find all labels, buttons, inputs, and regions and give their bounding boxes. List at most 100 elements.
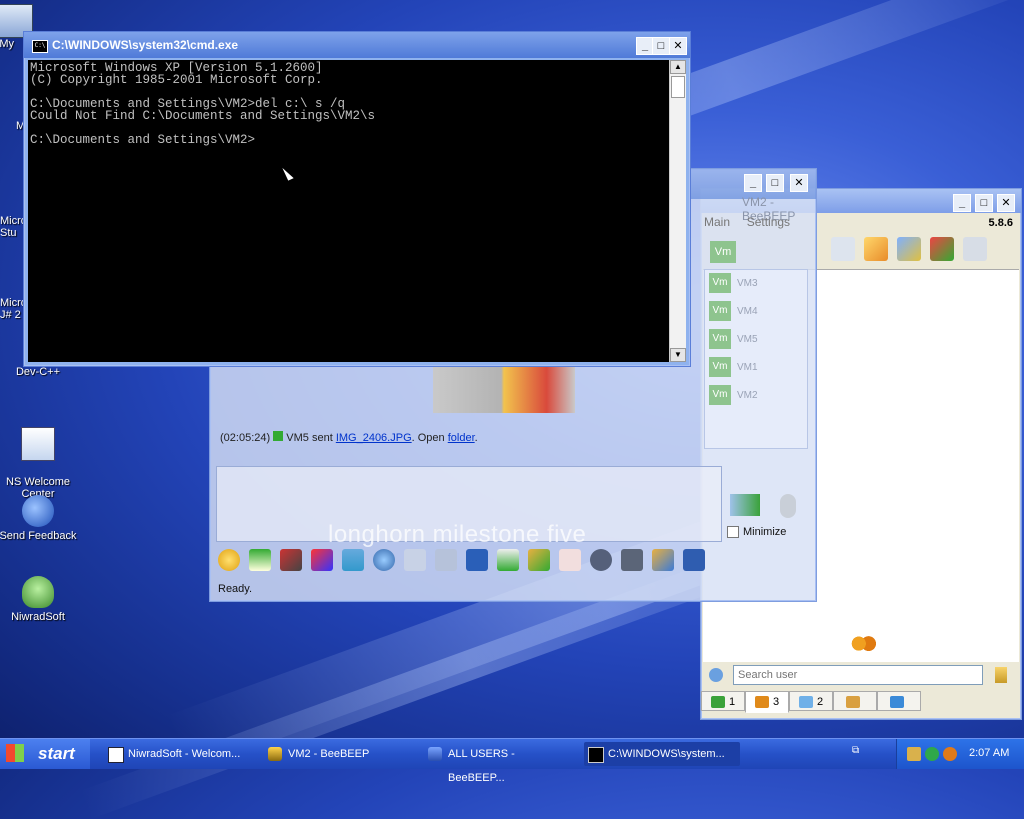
cmd-icon bbox=[588, 747, 604, 763]
desktop-icon-label: NiwradSoft bbox=[11, 611, 65, 623]
close-button[interactable]: ✕ bbox=[997, 194, 1015, 212]
desktop-icon-devcpp[interactable]: Dev-C++ bbox=[0, 366, 80, 378]
transfer-icon[interactable] bbox=[930, 237, 955, 261]
minimize-checkbox[interactable]: Minimize bbox=[727, 526, 786, 539]
maximize-button[interactable]: □ bbox=[975, 194, 993, 212]
users-icon bbox=[428, 747, 442, 761]
maximize-button[interactable]: □ bbox=[652, 37, 670, 55]
users-toolbar bbox=[831, 237, 993, 261]
start-button[interactable]: start bbox=[0, 739, 90, 769]
chat-user-list: Vm VM3 Vm VM4 Vm VM5 Vm VM1 Vm VM2 bbox=[704, 269, 808, 449]
tab-chats[interactable]: 1 bbox=[701, 691, 745, 711]
taskbar-item-beebeep[interactable]: VM2 - BeeBEEP bbox=[264, 742, 414, 766]
taskbar: start NiwradSoft - Welcom... VM2 - BeeBE… bbox=[0, 738, 1024, 784]
export-icon[interactable] bbox=[528, 549, 550, 571]
scroll-down-icon[interactable]: ▼ bbox=[670, 348, 686, 362]
tab-users[interactable]: 3 bbox=[745, 691, 789, 713]
music-icon[interactable] bbox=[466, 549, 488, 571]
cmd-title: C:\WINDOWS\system32\cmd.exe bbox=[52, 38, 239, 52]
settings-icon[interactable] bbox=[373, 549, 395, 571]
minimize-button[interactable]: _ bbox=[953, 194, 971, 212]
chat-toolbar bbox=[218, 549, 714, 575]
scroll-up-icon[interactable]: ▲ bbox=[670, 60, 686, 74]
tab-groups[interactable] bbox=[833, 691, 877, 711]
list-item[interactable]: Vm VM3 bbox=[705, 270, 807, 298]
chat-menubar: Main Settings bbox=[704, 215, 790, 229]
list-item[interactable]: Vm VM4 bbox=[705, 298, 807, 326]
minimize-button[interactable]: _ bbox=[744, 174, 762, 192]
console-text: Microsoft Windows XP [Version 5.1.2600] … bbox=[30, 61, 376, 147]
console-output[interactable]: Microsoft Windows XP [Version 5.1.2600] … bbox=[28, 60, 670, 362]
system-tray: 2:07 AM bbox=[896, 739, 1024, 769]
menu-main[interactable]: Main bbox=[704, 215, 730, 229]
save-icon[interactable] bbox=[683, 549, 705, 571]
network-tray-icon[interactable] bbox=[907, 747, 921, 761]
font-icon[interactable] bbox=[280, 549, 302, 571]
pen-icon[interactable] bbox=[311, 549, 333, 571]
taskbar-item-all-users[interactable]: ALL USERS - BeeBEEP... bbox=[424, 742, 574, 784]
color-icon[interactable] bbox=[249, 549, 271, 571]
search-options-icon[interactable] bbox=[709, 668, 723, 682]
bee-icon bbox=[268, 747, 282, 761]
file-sent-icon bbox=[273, 431, 284, 441]
vm-badge-icon: Vm bbox=[709, 329, 731, 350]
code-icon[interactable] bbox=[559, 549, 581, 571]
search-tray-icon[interactable] bbox=[943, 747, 957, 761]
clear-search-icon[interactable] bbox=[995, 667, 1007, 683]
desktop-icon-label: Dev-C++ bbox=[15, 366, 61, 378]
image-thumbnails[interactable] bbox=[433, 367, 575, 413]
windows-flag-icon bbox=[6, 744, 24, 762]
abc-icon[interactable] bbox=[435, 549, 457, 571]
file-link[interactable]: IMG_2406.JPG bbox=[336, 432, 412, 444]
taskbar-item-niwradsoft[interactable]: NiwradSoft - Welcom... bbox=[104, 742, 254, 766]
send-icon[interactable] bbox=[730, 494, 760, 516]
cmd-icon[interactable]: C:\ bbox=[32, 40, 48, 53]
vm-badge-icon: Vm bbox=[709, 357, 731, 378]
record-icon[interactable] bbox=[590, 549, 612, 571]
tab-files[interactable] bbox=[877, 691, 921, 711]
edit-icon[interactable] bbox=[652, 549, 674, 571]
file-send-icon[interactable] bbox=[497, 549, 519, 571]
users-tabs: 132 bbox=[701, 691, 921, 713]
tab-bubbles[interactable]: 2 bbox=[789, 691, 833, 711]
desktop-icon-niwradsoft[interactable]: NiwradSoft bbox=[0, 576, 80, 623]
close-button[interactable]: ✕ bbox=[669, 37, 687, 55]
vm-badge-icon: Vm bbox=[710, 241, 736, 263]
version-label: 5.8.6 bbox=[988, 217, 1013, 229]
folder-link[interactable]: folder bbox=[448, 432, 475, 444]
alien-icon bbox=[22, 576, 54, 608]
chat-message: (02:05:24) VM5 sent IMG_2406.JPG. Open f… bbox=[220, 431, 478, 444]
edit-icon[interactable] bbox=[864, 237, 889, 261]
trash-icon[interactable] bbox=[963, 237, 988, 261]
maximize-button[interactable]: □ bbox=[766, 174, 784, 192]
flag-icon[interactable] bbox=[831, 237, 855, 261]
list-item[interactable]: Vm VM5 bbox=[705, 326, 807, 354]
scroll-thumb[interactable] bbox=[671, 76, 685, 98]
users-group-icon bbox=[849, 634, 877, 658]
list-item[interactable]: Vm VM2 bbox=[705, 382, 807, 410]
taskbar-restore-icon[interactable]: ⧉ bbox=[852, 745, 859, 756]
clock: 2:07 AM bbox=[969, 747, 1010, 759]
window-icon bbox=[108, 747, 124, 763]
files-tab-icon bbox=[890, 696, 904, 709]
close-button[interactable]: ✕ bbox=[790, 174, 808, 192]
search-input[interactable] bbox=[733, 665, 983, 685]
checkbox-box[interactable] bbox=[727, 526, 739, 539]
screen-icon[interactable] bbox=[621, 549, 643, 571]
spell-icon[interactable] bbox=[404, 549, 426, 571]
welcome-icon bbox=[21, 427, 55, 461]
menu-settings[interactable]: Settings bbox=[747, 215, 790, 229]
smiley-icon[interactable] bbox=[218, 549, 240, 571]
vertical-scrollbar[interactable]: ▲ ▼ bbox=[669, 60, 686, 362]
brush-icon[interactable] bbox=[342, 549, 364, 571]
microphone-icon[interactable] bbox=[780, 494, 796, 518]
vm-badge-icon: Vm bbox=[709, 301, 731, 322]
network-icon[interactable] bbox=[897, 237, 922, 261]
taskbar-item-cmd[interactable]: C:\WINDOWS\system... bbox=[584, 742, 740, 766]
users-tab-icon bbox=[754, 696, 769, 709]
bubbles-tab-icon bbox=[798, 696, 813, 709]
list-item[interactable]: Vm VM1 bbox=[705, 354, 807, 382]
desktop-icon-feedback[interactable]: Send Feedback bbox=[0, 495, 80, 542]
security-tray-icon[interactable] bbox=[925, 747, 939, 761]
cmd-titlebar[interactable]: C:\ C:\WINDOWS\system32\cmd.exe bbox=[24, 32, 690, 58]
